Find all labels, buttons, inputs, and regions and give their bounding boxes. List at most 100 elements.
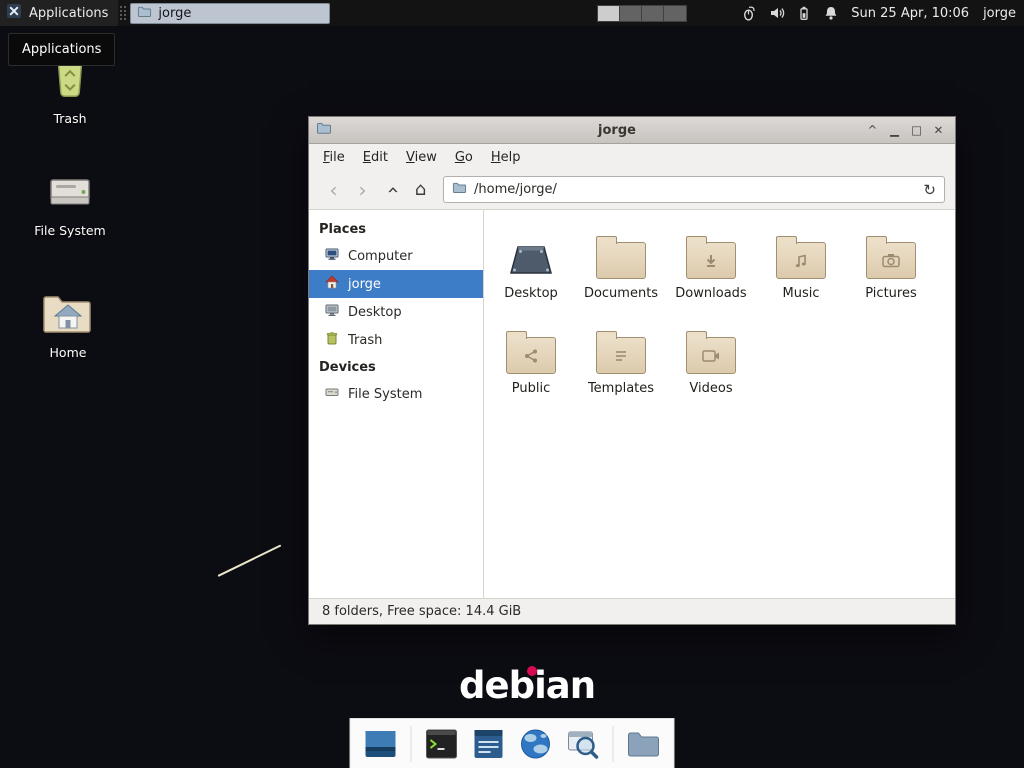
menu-help[interactable]: Help	[482, 146, 530, 169]
mouse-settings-icon[interactable]	[741, 5, 758, 22]
workspace-2[interactable]	[620, 6, 642, 21]
cursor-trail	[218, 544, 282, 576]
file-label: Documents	[584, 286, 658, 301]
volume-icon[interactable]	[768, 5, 785, 22]
menu-go[interactable]: Go	[446, 146, 482, 169]
desktop-icon	[324, 302, 340, 322]
dock-separator	[613, 726, 614, 762]
trash-icon	[324, 330, 340, 350]
user-home-icon	[324, 274, 340, 294]
file-label: Public	[512, 381, 550, 396]
menu-view[interactable]: View	[397, 146, 446, 169]
desktop-app-icon[interactable]	[364, 727, 398, 761]
drive-icon	[46, 172, 94, 216]
window-controls: ^ ▁ □ ✕	[863, 121, 948, 140]
file-grid: Desktop Documents Downloads Music	[484, 210, 955, 598]
workspace-pager[interactable]	[597, 5, 687, 22]
file-item-desktop[interactable]: Desktop	[486, 229, 576, 324]
file-label: Pictures	[865, 286, 916, 301]
top-panel: Applications jorge Sun 25 Apr, 10:06 jor…	[0, 0, 1024, 26]
applications-menu-button[interactable]: Applications	[0, 0, 118, 26]
window-titlebar[interactable]: jorge ^ ▁ □ ✕	[309, 117, 955, 144]
text-editor-icon[interactable]	[472, 727, 506, 761]
forward-icon: ›	[359, 178, 367, 202]
sidebar-item-label: Desktop	[348, 305, 402, 320]
sidebar: Places Computer jorge Desktop	[309, 210, 484, 598]
statusbar-text: 8 folders, Free space: 14.4 GiB	[322, 604, 521, 619]
computer-icon	[324, 246, 340, 266]
camera-emblem-folder-icon	[866, 242, 916, 279]
sidebar-item-label: jorge	[348, 277, 381, 292]
applications-menu-label: Applications	[29, 6, 108, 21]
sidebar-item-file-system[interactable]: File System	[309, 380, 483, 408]
up-button[interactable]: ›	[377, 176, 406, 203]
maximize-button[interactable]: □	[907, 121, 926, 140]
close-button[interactable]: ✕	[929, 121, 948, 140]
video-emblem-folder-icon	[686, 337, 736, 374]
desktop-icon-label: Trash	[53, 111, 86, 126]
shade-button[interactable]: ^	[863, 121, 882, 140]
window-title: jorge	[389, 123, 845, 138]
home-button[interactable]: ⌂	[406, 176, 435, 203]
file-item-public[interactable]: Public	[486, 324, 576, 419]
window-folder-icon[interactable]	[316, 120, 332, 140]
window-content: Places Computer jorge Desktop	[309, 210, 955, 598]
battery-icon[interactable]	[795, 5, 812, 22]
file-label: Templates	[588, 381, 654, 396]
search-icon[interactable]	[566, 727, 600, 761]
file-item-music[interactable]: Music	[756, 229, 846, 324]
back-button[interactable]: ‹	[319, 176, 348, 203]
back-icon: ‹	[330, 178, 338, 202]
terminal-icon[interactable]	[425, 727, 459, 761]
notifications-icon[interactable]	[822, 5, 839, 22]
desktop-icon-label: File System	[34, 223, 106, 238]
file-label: Downloads	[675, 286, 746, 301]
panel-clock[interactable]: Sun 25 Apr, 10:06	[851, 6, 969, 21]
debian-swirl	[527, 666, 537, 676]
menubar: File Edit View Go Help	[309, 144, 955, 170]
file-manager-icon[interactable]	[627, 727, 661, 761]
sidebar-item-computer[interactable]: Computer	[309, 242, 483, 270]
file-item-videos[interactable]: Videos	[666, 324, 756, 419]
sidebar-item-desktop[interactable]: Desktop	[309, 298, 483, 326]
file-item-pictures[interactable]: Pictures	[846, 229, 936, 324]
workspace-4[interactable]	[664, 6, 686, 21]
folder-icon	[137, 4, 152, 23]
file-item-templates[interactable]: Templates	[576, 324, 666, 419]
plain-folder-icon	[596, 242, 646, 279]
desktop-icon-home[interactable]: Home	[16, 292, 120, 360]
workspace-1[interactable]	[598, 6, 620, 21]
home-folder-icon	[42, 292, 94, 338]
dock-separator	[411, 726, 412, 762]
menu-edit[interactable]: Edit	[354, 146, 397, 169]
web-browser-icon[interactable]	[519, 727, 553, 761]
debian-logo: debian	[459, 664, 595, 707]
reload-button[interactable]: ↻	[923, 181, 936, 199]
minimize-button[interactable]: ▁	[885, 121, 904, 140]
taskbar-window-label: jorge	[158, 6, 191, 21]
workspace-3[interactable]	[642, 6, 664, 21]
desktop-icon-file-system[interactable]: File System	[18, 172, 122, 238]
toolbar: ‹ › › ⌂ /home/jorge/ ↻	[309, 170, 955, 210]
file-label: Desktop	[504, 286, 558, 301]
forward-button[interactable]: ›	[348, 176, 377, 203]
bottom-dock	[350, 718, 675, 768]
panel-username[interactable]: jorge	[983, 6, 1016, 21]
taskbar-window-button[interactable]: jorge	[130, 3, 330, 24]
panel-handle	[119, 5, 127, 21]
statusbar: 8 folders, Free space: 14.4 GiB	[309, 598, 955, 624]
home-icon: ⌂	[415, 179, 426, 200]
music-emblem-folder-icon	[776, 242, 826, 279]
location-bar[interactable]: /home/jorge/ ↻	[443, 176, 945, 203]
desktop-surface-icon	[505, 229, 557, 279]
file-manager-window: jorge ^ ▁ □ ✕ File Edit View Go Help ‹ ›…	[308, 116, 956, 625]
sidebar-item-jorge[interactable]: jorge	[309, 270, 483, 298]
sidebar-item-trash[interactable]: Trash	[309, 326, 483, 354]
file-label: Music	[783, 286, 820, 301]
desktop-icon-label: Home	[50, 345, 87, 360]
templates-emblem-folder-icon	[596, 337, 646, 374]
file-item-documents[interactable]: Documents	[576, 229, 666, 324]
location-path[interactable]: /home/jorge/	[474, 182, 916, 197]
menu-file[interactable]: File	[314, 146, 354, 169]
file-item-downloads[interactable]: Downloads	[666, 229, 756, 324]
